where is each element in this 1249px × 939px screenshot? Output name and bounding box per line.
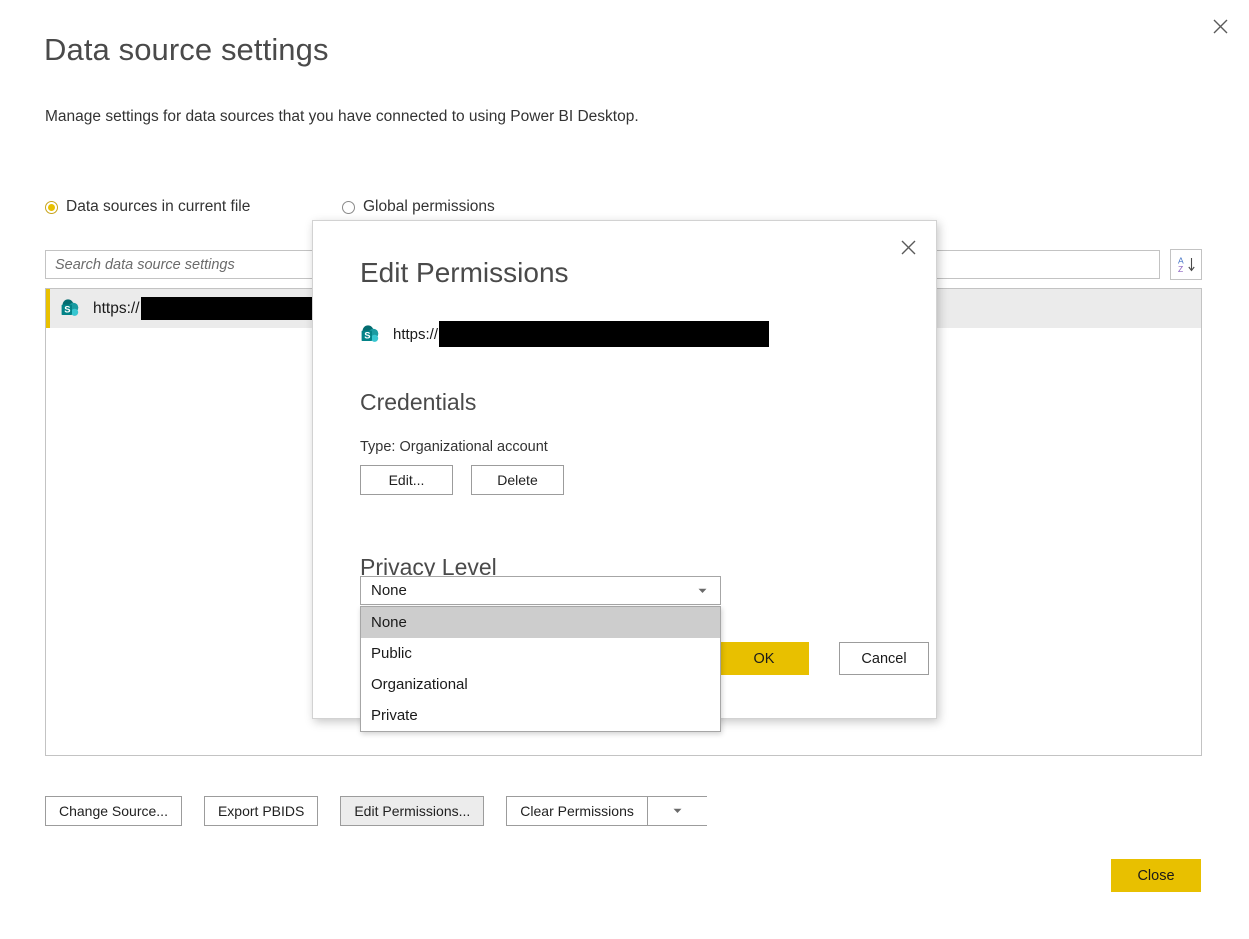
privacy-level-selected-value: None	[371, 582, 407, 599]
close-icon	[901, 240, 915, 254]
chevron-down-icon	[673, 808, 682, 813]
svg-text:S: S	[364, 329, 370, 340]
data-source-settings-window: Data source settings Manage settings for…	[0, 0, 1249, 939]
dialog-close-button[interactable]	[890, 231, 926, 263]
dialog-action-buttons: OK Cancel	[719, 642, 929, 675]
page-title: Data source settings	[44, 32, 329, 67]
privacy-level-options-list: None Public Organizational Private	[360, 606, 721, 732]
sort-az-button[interactable]: A Z	[1170, 249, 1202, 280]
dialog-title: Edit Permissions	[360, 257, 569, 288]
data-source-url: https://	[93, 297, 344, 320]
radio-label: Data sources in current file	[66, 198, 251, 215]
selection-accent-bar	[46, 289, 50, 328]
svg-text:S: S	[64, 303, 70, 314]
radio-indicator	[342, 200, 355, 214]
credentials-edit-button[interactable]: Edit...	[360, 465, 453, 495]
sharepoint-icon: S	[61, 299, 79, 316]
dialog-data-source-url: https://	[393, 321, 770, 347]
export-pbids-button[interactable]: Export PBIDS	[203, 796, 319, 826]
clear-permissions-split-button: Clear Permissions	[506, 796, 707, 826]
svg-text:Z: Z	[1178, 264, 1183, 274]
credentials-heading: Credentials	[360, 389, 477, 415]
credentials-type-label: Type: Organizational account	[360, 439, 548, 455]
close-button[interactable]: Close	[1111, 859, 1201, 892]
dialog-data-source: S https://	[360, 321, 770, 347]
edit-permissions-button[interactable]: Edit Permissions...	[340, 796, 485, 826]
privacy-level-combobox[interactable]: None	[360, 576, 721, 605]
privacy-option-public[interactable]: Public	[361, 638, 720, 669]
page-subtitle: Manage settings for data sources that yo…	[45, 108, 639, 125]
radio-global-permissions[interactable]: Global permissions	[342, 198, 495, 216]
redacted-url-block	[439, 321, 770, 347]
privacy-option-none[interactable]: None	[361, 607, 720, 638]
chevron-down-icon	[698, 588, 707, 593]
edit-permissions-dialog: Edit Permissions S https:// Credentials …	[312, 220, 937, 732]
url-prefix: https://	[393, 325, 439, 343]
ok-button[interactable]: OK	[719, 642, 809, 675]
window-close-button[interactable]	[1197, 6, 1243, 46]
bottom-toolbar: Change Source... Export PBIDS Edit Permi…	[45, 796, 707, 826]
clear-permissions-dropdown-button[interactable]	[646, 796, 707, 826]
url-prefix: https://	[93, 299, 140, 317]
credentials-delete-button[interactable]: Delete	[471, 465, 564, 495]
privacy-option-private[interactable]: Private	[361, 700, 720, 731]
cancel-button[interactable]: Cancel	[839, 642, 929, 675]
radio-label: Global permissions	[363, 198, 495, 215]
credentials-buttons: Edit... Delete	[360, 465, 564, 495]
sharepoint-icon: S	[361, 324, 379, 342]
change-source-button[interactable]: Change Source...	[45, 796, 182, 826]
radio-data-sources-in-current-file[interactable]: Data sources in current file	[45, 198, 250, 216]
privacy-option-organizational[interactable]: Organizational	[361, 669, 720, 700]
radio-indicator-selected	[45, 200, 58, 214]
sort-az-icon: A Z	[1178, 255, 1195, 274]
clear-permissions-button[interactable]: Clear Permissions	[506, 796, 647, 826]
close-icon	[1213, 19, 1227, 33]
